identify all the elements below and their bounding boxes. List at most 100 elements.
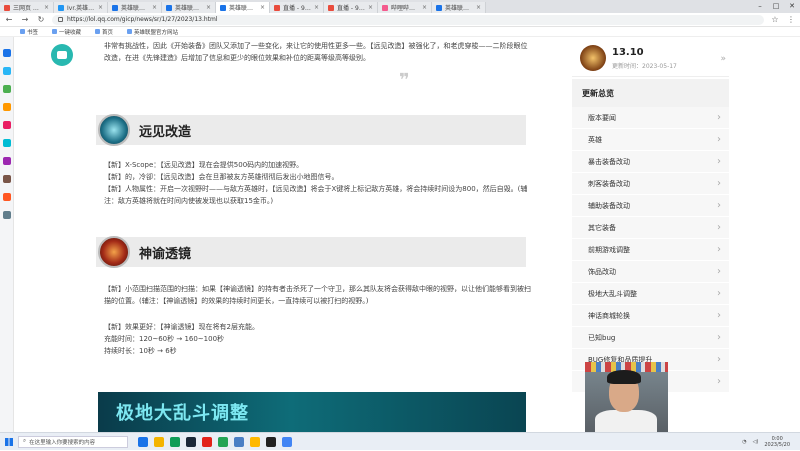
patch-sidebar: 13.10 更新时间：2023-05-17 » 更新总览 版本要闻 › 英雄 › 暴击装… (572, 37, 729, 393)
paragraph: 【新】的，冷卻：【远见改造】会在旦那被友方英雄彻彻后发出小地图信号。 (104, 173, 339, 181)
side-panel-app-icon[interactable] (3, 193, 11, 201)
browser-tab[interactable]: 直播 - 9000 点赞福利× (324, 2, 378, 13)
menu-icon[interactable]: ⋮ (786, 15, 796, 24)
bookmark-icon (52, 29, 58, 34)
tab-close-icon[interactable]: × (368, 4, 373, 11)
address-bar-row: ← → ↻ https://lol.qq.com/gicp/news/sr/1/… (0, 13, 800, 27)
section-body-vision: 【新】X-Scope：【远见改造】现在会提供500码内的加速视野。 【新】的，冷… (104, 159, 534, 207)
tab-close-icon[interactable]: × (260, 4, 265, 11)
start-button[interactable] (0, 433, 18, 451)
summary-menu-item[interactable]: 英雄 › (572, 129, 729, 151)
summary-menu-item[interactable]: 辅助装备改动 › (572, 195, 729, 217)
minimize-icon[interactable]: – (752, 0, 768, 13)
taskbar-app-icon[interactable] (282, 436, 292, 447)
taskbar-apps (138, 436, 292, 447)
star-icon[interactable]: ☆ (770, 15, 780, 24)
browser-tab[interactable]: 英雄联盟2023赛季前瞻× (432, 2, 486, 13)
close-icon[interactable]: ✕ (784, 0, 800, 13)
patch-date: 更新时间：2023-05-17 (612, 63, 677, 70)
tab-close-icon[interactable]: × (44, 4, 49, 11)
lock-icon (58, 17, 63, 22)
taskbar-app-icon[interactable] (218, 436, 228, 447)
browser-tab[interactable]: 三网页 - 标站上之下载× (0, 2, 54, 13)
paragraph: 【新】效果更好：【神谕透镜】现在将有2层充能。 (104, 323, 259, 331)
chevron-right-icon: › (717, 200, 721, 211)
tab-close-icon[interactable]: × (476, 4, 481, 11)
tab-label: 三网页 - 标站上之下载 (13, 5, 41, 12)
taskbar-app-icon[interactable] (186, 436, 196, 447)
browser-tab[interactable]: 英雄联盟 英雄联盟官方网站× (216, 2, 270, 13)
side-panel-app-icon[interactable] (3, 121, 11, 129)
summary-menu-item[interactable]: 其它装备 › (572, 217, 729, 239)
chevron-right-icon: › (717, 222, 721, 233)
tab-label: 直播 - 9000 点赞福利 - 百 (283, 5, 311, 12)
browser-tab[interactable]: 哔哩哔哩 - 7040× (378, 2, 432, 13)
side-panel-app-icon[interactable] (3, 175, 11, 183)
feedback-button[interactable] (51, 44, 73, 66)
url-input[interactable]: https://lol.qq.com/gicp/news/sr/1/27/202… (52, 14, 764, 25)
tab-close-icon[interactable]: × (314, 4, 319, 11)
clock[interactable]: 0:00 2023/5/20 (764, 436, 790, 448)
chevron-right-icon: › (717, 134, 721, 145)
bookmark-icon (127, 29, 133, 34)
side-panel-app-icon[interactable] (3, 139, 11, 147)
taskbar-app-icon[interactable] (138, 436, 148, 447)
bookmark-label: 书签 (27, 29, 39, 36)
chevron-right-icon: › (717, 354, 721, 365)
favicon-icon (4, 4, 10, 11)
menu-item-label: 辅助装备改动 (588, 201, 630, 210)
side-panel-app-icon[interactable] (3, 85, 11, 93)
side-panel-app-icon[interactable] (3, 157, 11, 165)
maximize-icon[interactable]: □ (768, 0, 784, 13)
taskbar-app-icon[interactable] (250, 436, 260, 447)
volume-icon[interactable]: ◁) (753, 439, 759, 445)
taskbar-search-input[interactable]: ⌕ 在这里输入你要搜索的内容 (18, 435, 128, 448)
paragraph: 充能时间：120~60秒 → 160~100秒 (104, 335, 225, 343)
side-panel-app-icon[interactable] (3, 103, 11, 111)
tab-label: 直播 - 9000 点赞福利 (337, 5, 365, 12)
web-page: 非常有挑战性，因此《开始装备》团队又添加了一些变化，来让它的使用性更多一些。【远… (14, 37, 800, 432)
vision-upgrade-icon (98, 114, 130, 146)
bookmark-item[interactable]: 一键收藏 (52, 28, 81, 36)
bookmark-item[interactable]: 首页 (95, 28, 113, 36)
tab-close-icon[interactable]: × (98, 4, 103, 11)
browser-tab[interactable]: Ivr.英雄联盟× (54, 2, 108, 13)
bookmark-item[interactable]: 书签 (20, 28, 38, 36)
menu-item-label: 饰品改动 (588, 267, 616, 276)
back-icon[interactable]: ← (4, 15, 14, 24)
summary-menu-item[interactable]: 暴击装备改动 › (572, 151, 729, 173)
network-icon[interactable]: ◔ (742, 439, 746, 445)
chevron-right-icon: › (717, 310, 721, 321)
browser-tab[interactable]: 英雄联盟官方网站 腾讯× (108, 2, 162, 13)
side-panel-app-icon[interactable] (3, 49, 11, 57)
summary-menu-item[interactable]: 极地大乱斗调整 › (572, 283, 729, 305)
summary-menu-item[interactable]: 已知bug › (572, 327, 729, 349)
taskbar-app-icon[interactable] (234, 436, 244, 447)
taskbar-app-icon[interactable] (202, 436, 212, 447)
tab-close-icon[interactable]: × (152, 4, 157, 11)
summary-menu-item[interactable]: 神话商城轮换 › (572, 305, 729, 327)
tab-close-icon[interactable]: × (422, 4, 427, 11)
chevron-right-icon: › (717, 112, 721, 123)
summary-menu-item[interactable]: 刺客装备改动 › (572, 173, 729, 195)
taskbar-app-icon[interactable] (170, 436, 180, 447)
reload-icon[interactable]: ↻ (36, 15, 46, 24)
side-panel-app-icon[interactable] (3, 67, 11, 75)
tab-close-icon[interactable]: × (206, 4, 211, 11)
bookmark-item[interactable]: 英雄联盟官方网站 (127, 28, 178, 36)
taskbar-app-icon[interactable] (266, 436, 276, 447)
summary-menu-item[interactable]: 前期游戏调整 › (572, 239, 729, 261)
search-icon: ⌕ (23, 438, 27, 444)
forward-icon[interactable]: → (20, 15, 30, 24)
summary-menu-item[interactable]: 版本要闻 › (572, 107, 729, 129)
browser-tab[interactable]: 英雄联盟官方网站 腾讯× (162, 2, 216, 13)
double-chevron-right-icon[interactable]: » (720, 54, 726, 64)
chevron-right-icon: › (717, 288, 721, 299)
tab-label: 哔哩哔哩 - 7040 (391, 5, 419, 12)
summary-menu-item[interactable]: 饰品改动 › (572, 261, 729, 283)
windows-icon (5, 437, 13, 446)
menu-item-label: 极地大乱斗调整 (588, 289, 637, 298)
browser-tab[interactable]: 直播 - 9000 点赞福利 - 百× (270, 2, 324, 13)
side-panel-app-icon[interactable] (3, 211, 11, 219)
taskbar-app-icon[interactable] (154, 436, 164, 447)
